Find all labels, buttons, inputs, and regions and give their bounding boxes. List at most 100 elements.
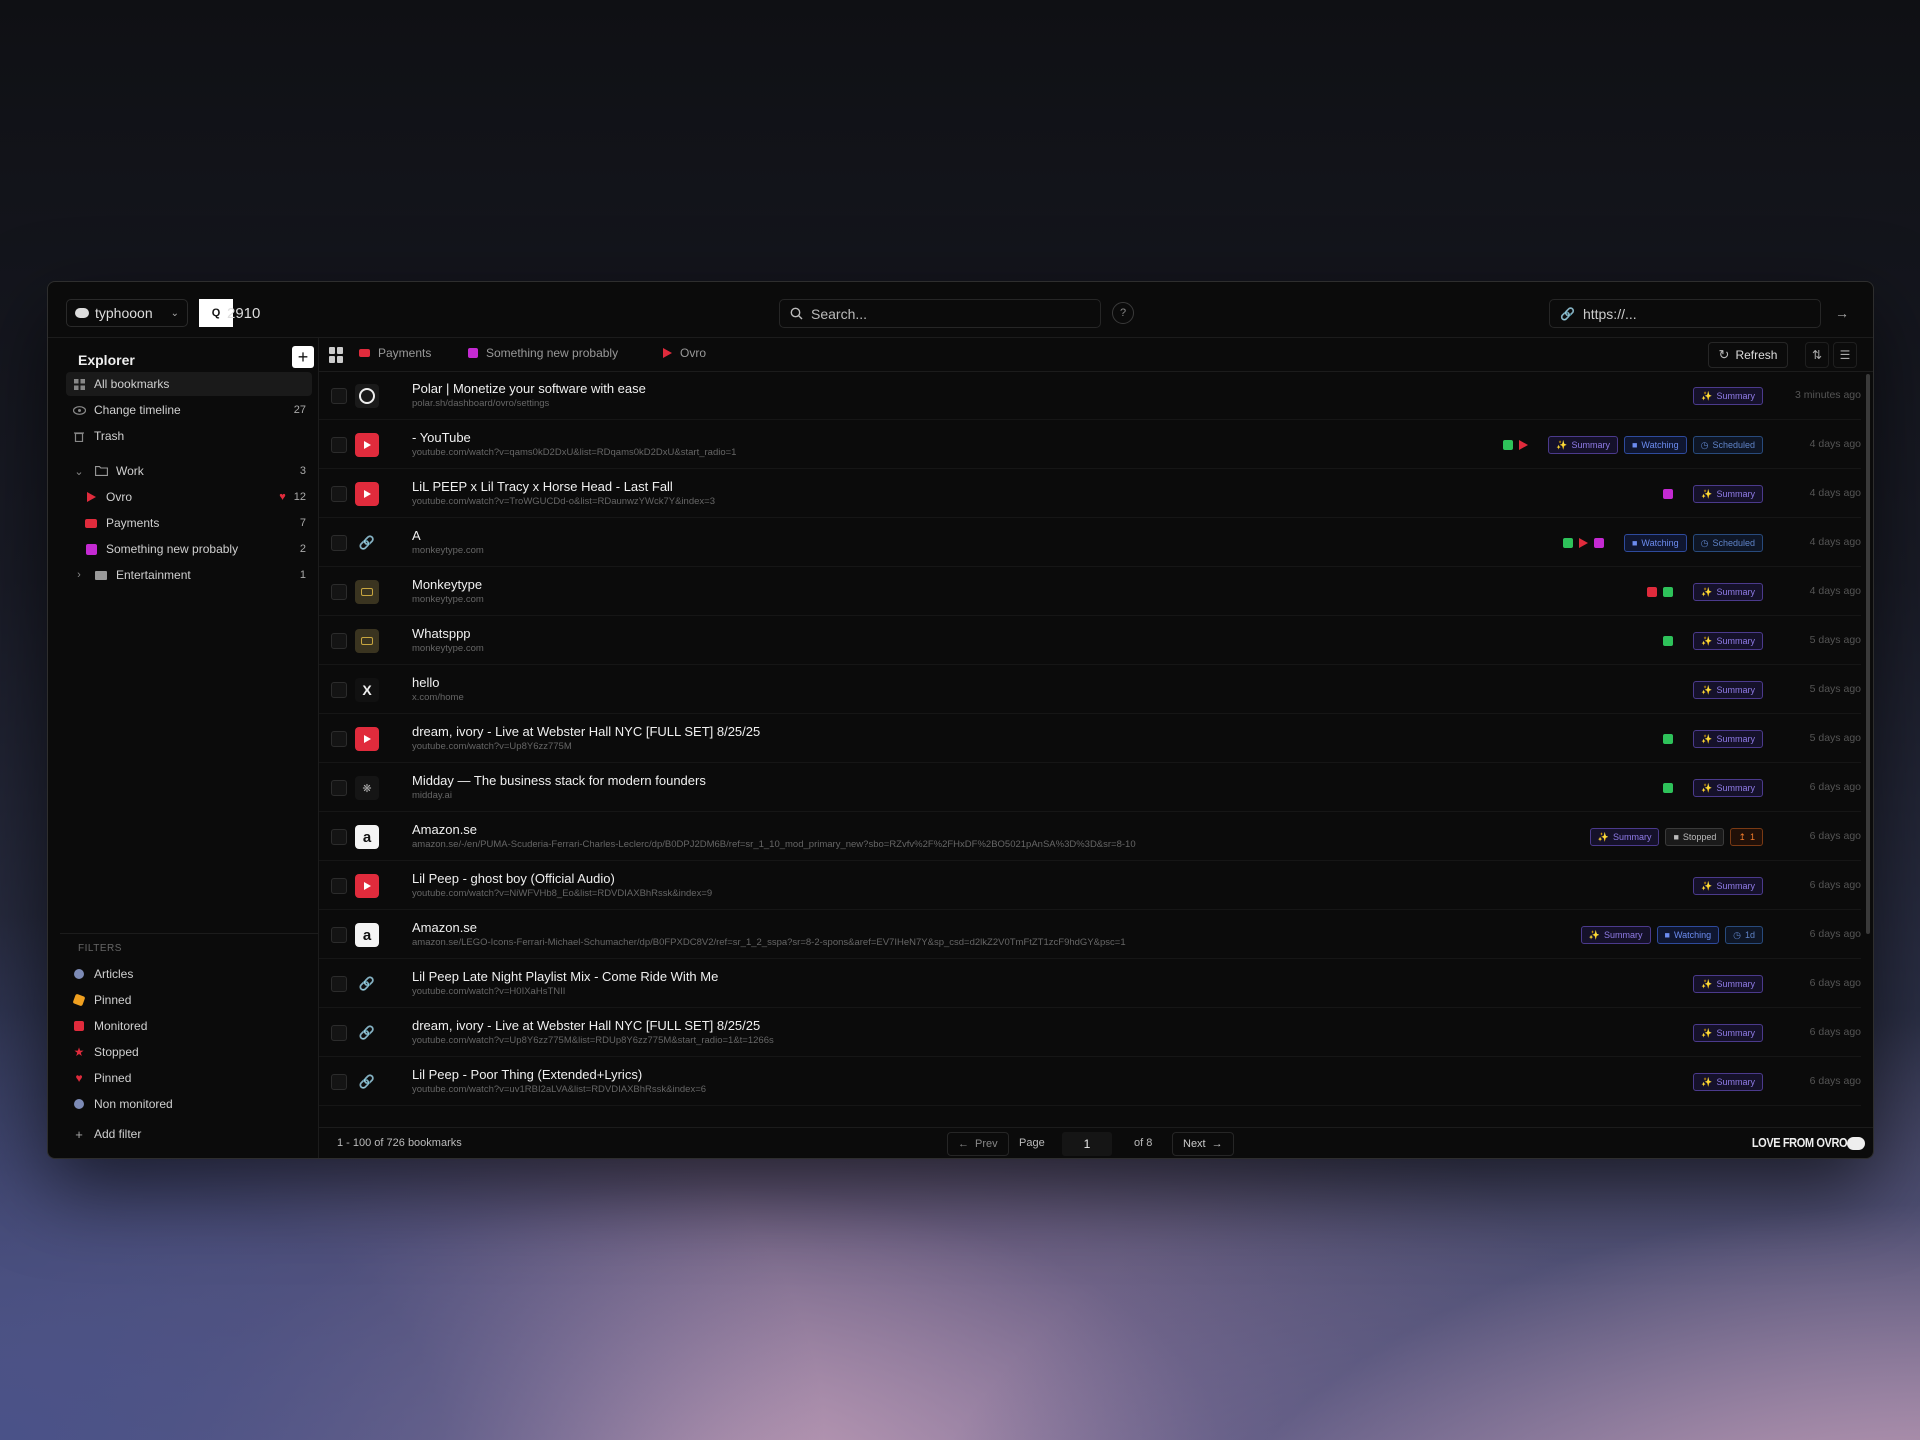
table-row[interactable]: Whatsppp monkeytype.com ✨ Summary 5 days ago [319,617,1861,665]
prev-page-button[interactable]: ← Prev [947,1132,1009,1156]
filter-pinned-heart[interactable]: ♥ Pinned [66,1066,312,1090]
q-counter[interactable]: Q 2910 [199,299,269,327]
row-checkbox[interactable] [331,486,347,502]
bookmark-title[interactable]: Lil Peep - Poor Thing (Extended+Lyrics) [412,1067,642,1082]
search-input[interactable]: Search... [779,299,1101,328]
table-row[interactable]: 🔗 Amonkeytype.com ■ Watching ◷ Scheduled 4 day… [319,519,1861,567]
sched-badge[interactable]: ◷ 1d [1725,926,1763,944]
folder-payments[interactable]: Payments 7 [66,511,312,535]
list-view-button[interactable]: ☰ [1833,342,1857,368]
table-row[interactable]: ❋ Midday — The business stack for modern … [319,764,1861,812]
url-input[interactable]: 🔗 https://... [1549,299,1821,328]
bookmark-title[interactable]: dream, ivory - Live at Webster Hall NYC … [412,1018,760,1033]
table-row[interactable]: Xhello x.com/home ✨ Summary 5 days ago [319,666,1861,714]
table-row[interactable]: Monkeytype monkeytype.com ✨ Summary 4 days a… [319,568,1861,616]
filter-monitored[interactable]: Monitored [66,1014,312,1038]
folder-something-new-probably[interactable]: Something new probably 2 [66,537,312,561]
watch-badge[interactable]: ■ Watching [1656,926,1720,944]
next-page-button[interactable]: Next → [1172,1132,1234,1156]
bookmark-title[interactable]: dream, ivory - Live at Webster Hall NYC … [412,724,760,739]
row-checkbox[interactable] [331,829,347,845]
tab-something-new-probably[interactable]: Something new probably [468,346,618,360]
table-row[interactable]: 🔗 dream, ivory - Live at Webster Hall NYC… [319,1009,1861,1057]
sum-badge[interactable]: ✨ Summary [1589,828,1660,846]
table-row[interactable]: - YouTube youtube.com/watch?v=qams0kD2DxU… [319,421,1861,469]
row-checkbox[interactable] [331,780,347,796]
watch-badge[interactable]: ■ Watching [1623,436,1687,454]
table-row[interactable]: Polar | Monetize your software with ease… [319,372,1861,420]
row-checkbox[interactable] [331,633,347,649]
bookmark-title[interactable]: Whatsppp [412,626,471,641]
sum-badge[interactable]: ✨ Summary [1693,387,1763,405]
bookmark-title[interactable]: Lil Peep - ghost boy (Official Audio) [412,871,615,886]
table-row[interactable]: 🔗 Lil Peep - Poor Thing (Extended+Lyrics)… [319,1058,1861,1106]
bookmark-title[interactable]: Midday — The business stack for modern f… [412,773,706,788]
filter-non-monitored[interactable]: Non monitored [66,1092,312,1116]
bookmark-title[interactable]: Amazon.se [412,920,477,935]
sum-badge[interactable]: ✨ Summary [1548,436,1618,454]
table-row[interactable]: 🔗 Lil Peep Late Night Playlist Mix - Come… [319,960,1861,1008]
bookmark-title[interactable]: - YouTube [412,430,471,445]
bookmark-title[interactable]: LiL PEEP x Lil Tracy x Horse Head - Last… [412,479,673,494]
add-button[interactable]: + [292,346,314,368]
sum-badge[interactable]: ✨ Summary [1693,779,1763,797]
sum-badge[interactable]: ✨ Summary [1693,877,1763,895]
row-checkbox[interactable] [331,682,347,698]
table-row[interactable]: dream, ivory - Live at Webster Hall NYC … [319,715,1861,763]
workspace-selector[interactable]: typhooon ⌄ [66,299,188,327]
help-button[interactable]: ? [1112,302,1134,324]
bookmark-title[interactable]: A [412,528,421,543]
watch-badge[interactable]: ■ Watching [1623,534,1687,552]
tab-ovro[interactable]: Ovro [663,346,706,360]
sum-badge[interactable]: ✨ Summary [1580,926,1651,944]
bookmark-title[interactable]: Polar | Monetize your software with ease [412,381,646,396]
folder-entertainment[interactable]: › Entertainment 1 [66,563,312,587]
table-row[interactable]: a Amazon.se amazon.se/LEGO-Icons-Ferrari-M… [319,911,1861,959]
bookmark-title[interactable]: Amazon.se [412,822,477,837]
sched-badge[interactable]: ◷ Scheduled [1692,436,1763,454]
table-row[interactable]: a Amazon.se amazon.se/-/en/PUMA-Scuderia-F… [319,813,1861,861]
row-checkbox[interactable] [331,878,347,894]
filter-pinned[interactable]: Pinned [66,988,312,1012]
row-checkbox[interactable] [331,731,347,747]
grid-view-icon[interactable] [329,347,345,363]
table-row[interactable]: Lil Peep - ghost boy (Official Audio) you… [319,862,1861,910]
submit-url-button[interactable]: → [1831,302,1853,324]
row-checkbox[interactable] [331,976,347,992]
sum-badge[interactable]: ✨ Summary [1693,583,1763,601]
sum-badge[interactable]: ✨ Summary [1693,730,1763,748]
sidebar-item-all-bookmarks[interactable]: All bookmarks [66,372,312,396]
bookmark-title[interactable]: hello [412,675,439,690]
page-input[interactable]: 1 [1062,1132,1112,1156]
table-row[interactable]: LiL PEEP x Lil Tracy x Horse Head - Last… [319,470,1861,518]
row-checkbox[interactable] [331,1074,347,1090]
sched-badge[interactable]: ◷ Scheduled [1692,534,1763,552]
sum-badge[interactable]: ✨ Summary [1693,485,1763,503]
sum-badge[interactable]: ✨ Summary [1693,632,1763,650]
sum-badge[interactable]: ✨ Summary [1693,1073,1763,1091]
stop-badge[interactable]: ■ Stopped [1665,828,1725,846]
scrollbar[interactable] [1866,374,1870,934]
sidebar-item-trash[interactable]: Trash [66,424,312,448]
bookmark-title[interactable]: Lil Peep Late Night Playlist Mix - Come … [412,969,718,984]
sidebar-item-change-timeline[interactable]: Change timeline 27 [66,398,312,422]
sum-badge[interactable]: ✨ Summary [1693,681,1763,699]
tab-payments[interactable]: Payments [359,346,431,360]
folder-ovro[interactable]: Ovro ♥ 12 [66,485,312,509]
add-filter-button[interactable]: + Add filter [66,1122,312,1146]
row-checkbox[interactable] [331,584,347,600]
row-checkbox[interactable] [331,535,347,551]
sum-badge[interactable]: ✨ Summary [1693,1024,1763,1042]
row-checkbox[interactable] [331,927,347,943]
filter-stopped[interactable]: ★ Stopped [66,1040,312,1064]
row-checkbox[interactable] [331,1025,347,1041]
filter-articles[interactable]: Articles [66,962,312,986]
sum-badge[interactable]: ✨ Summary [1693,975,1763,993]
bookmark-title[interactable]: Monkeytype [412,577,482,592]
refresh-button[interactable]: ↻ Refresh [1708,342,1788,368]
row-checkbox[interactable] [331,437,347,453]
folder-work[interactable]: ⌄ Work 3 [66,459,312,483]
warn-badge[interactable]: ↥ 1 [1730,828,1763,846]
sort-button[interactable]: ⇅ [1805,342,1829,368]
row-checkbox[interactable] [331,388,347,404]
